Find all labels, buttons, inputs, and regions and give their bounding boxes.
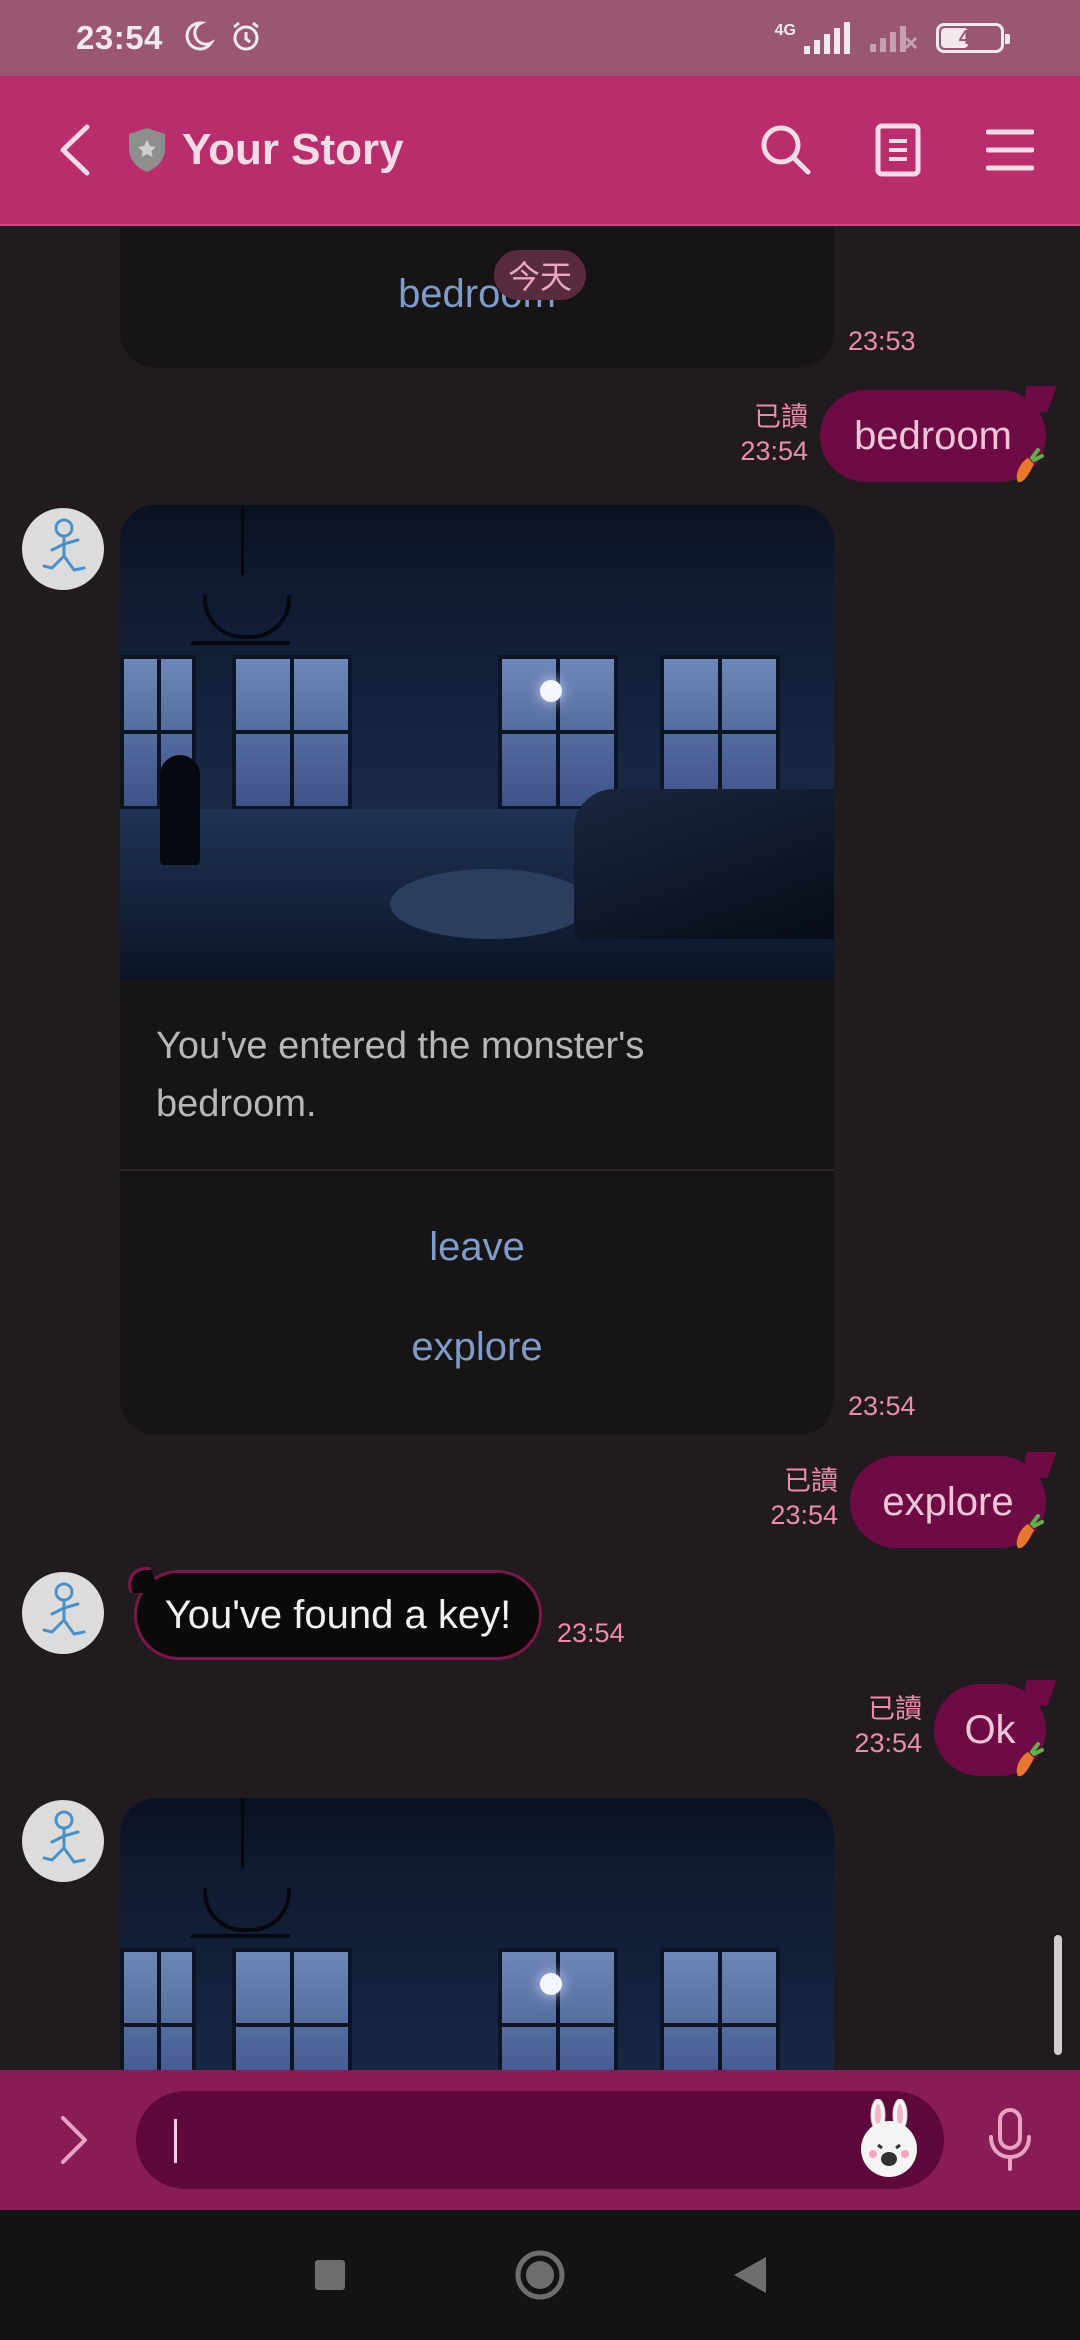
- signal-none-icon: [870, 20, 918, 57]
- card-button-explore[interactable]: explore: [120, 1297, 834, 1397]
- input-bar: [0, 2070, 1080, 2210]
- incoming-message[interactable]: You've found a key!: [120, 1567, 542, 1660]
- battery-icon: 44: [936, 23, 1010, 53]
- bot-avatar[interactable]: [22, 508, 104, 590]
- shield-icon: [126, 126, 168, 174]
- date-chip: 今天: [494, 250, 586, 300]
- read-label: 已讀: [868, 1694, 922, 1724]
- message-card: You've entered the monster's bedroom. le…: [120, 505, 834, 1435]
- text-caret: [174, 2119, 177, 2163]
- message-card: bedroom: [120, 228, 834, 368]
- status-time: 23:54: [76, 19, 163, 56]
- read-label: 已讀: [754, 402, 808, 432]
- card-link-bedroom[interactable]: bedroom: [120, 272, 834, 317]
- system-nav-bar: [0, 2210, 1080, 2340]
- status-bar: 23:54 4G 44: [0, 0, 1080, 76]
- message-card: [120, 1798, 834, 2070]
- message-time: 23:54: [770, 1500, 838, 1530]
- card-text: You've entered the monster's bedroom.: [156, 1025, 645, 1125]
- scrollbar[interactable]: [1054, 1935, 1062, 2055]
- message-text: You've found a key!: [164, 1592, 512, 1637]
- read-label: 已讀: [784, 1466, 838, 1496]
- home-circle-icon[interactable]: [510, 2245, 570, 2305]
- search-icon[interactable]: [756, 120, 816, 180]
- message-time: 23:54: [848, 1391, 916, 1421]
- signal-4g-icon: 4G: [775, 22, 852, 54]
- bot-avatar[interactable]: [22, 1572, 104, 1654]
- read-receipt: 已讀 23:54: [832, 1692, 922, 1760]
- message-time: 23:54: [854, 1728, 922, 1758]
- sticker-icon[interactable]: [848, 2098, 930, 2181]
- moon-icon: [181, 19, 216, 58]
- chat-title: Your Story: [182, 125, 404, 174]
- message-text: bedroom: [854, 413, 1012, 458]
- notes-icon[interactable]: [868, 120, 928, 180]
- read-receipt: 已讀 23:54: [718, 400, 808, 468]
- microphone-icon[interactable]: [980, 2105, 1040, 2175]
- chat-messages[interactable]: bedroom 今天 23:53 已讀 23:54 bedroom You've…: [0, 228, 1080, 2070]
- read-receipt: 已讀 23:54: [748, 1464, 838, 1532]
- outgoing-message[interactable]: bedroom: [820, 386, 1057, 483]
- card-button-leave[interactable]: leave: [120, 1197, 834, 1297]
- dark-bedroom-scene-image[interactable]: [120, 1798, 834, 2070]
- network-label: 4G: [774, 22, 796, 39]
- back-arrow-icon[interactable]: [44, 120, 104, 180]
- back-triangle-icon[interactable]: [720, 2245, 780, 2305]
- message-input[interactable]: [136, 2091, 944, 2189]
- alarm-icon: [229, 19, 263, 58]
- battery-level: 44: [958, 26, 982, 49]
- bot-avatar[interactable]: [22, 1800, 104, 1882]
- chat-header: Your Story: [0, 76, 1080, 226]
- recents-square-icon[interactable]: [300, 2245, 360, 2305]
- menu-icon[interactable]: [980, 120, 1040, 180]
- message-text: explore: [882, 1479, 1014, 1524]
- message-time: 23:54: [557, 1618, 625, 1648]
- carrot-icon: [1016, 448, 1044, 483]
- message-time: 23:53: [848, 326, 916, 356]
- message-text: Ok: [964, 1707, 1016, 1752]
- outgoing-message[interactable]: explore: [850, 1452, 1057, 1549]
- dark-bedroom-scene-image[interactable]: [120, 505, 834, 979]
- carrot-icon: [1016, 1742, 1044, 1777]
- carrot-icon: [1016, 1514, 1044, 1549]
- outgoing-message[interactable]: Ok: [934, 1680, 1057, 1777]
- expand-arrow-icon[interactable]: [44, 2110, 104, 2170]
- message-time: 23:54: [740, 436, 808, 466]
